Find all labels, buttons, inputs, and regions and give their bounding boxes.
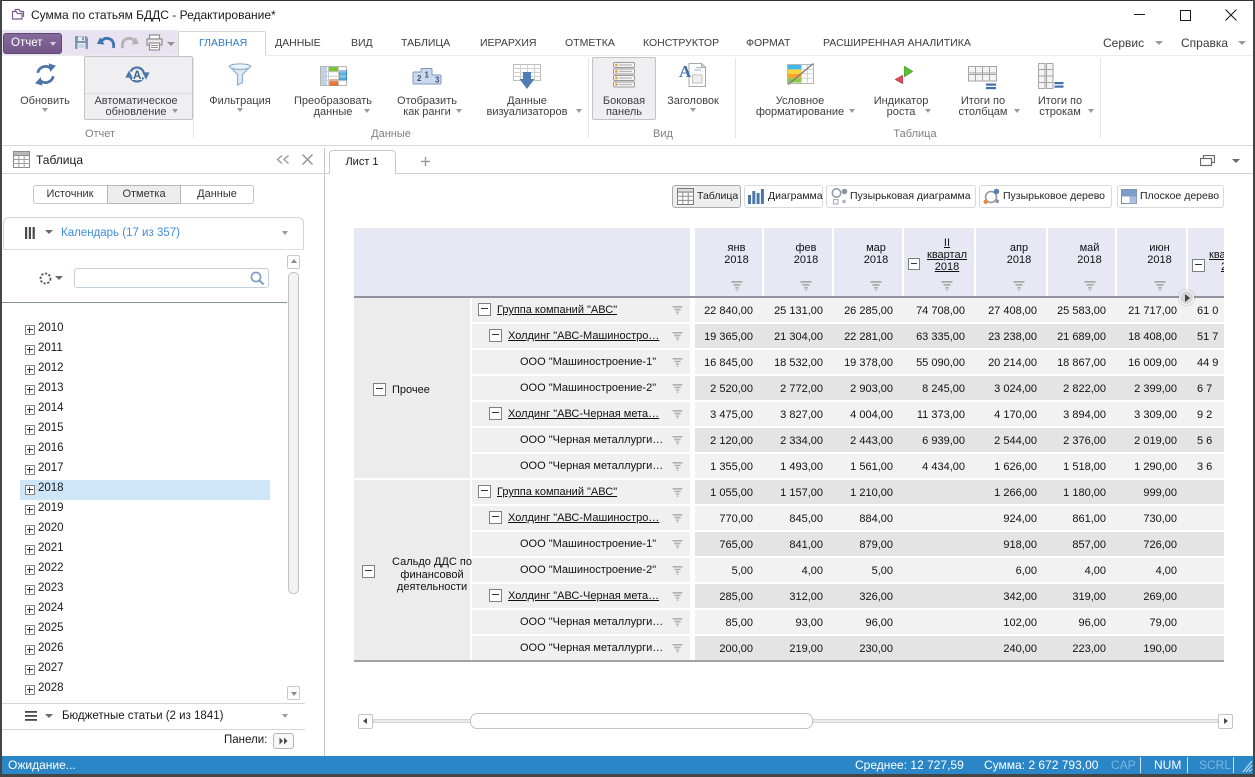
svg-text:1: 1 <box>425 71 430 80</box>
svg-text:A: A <box>679 62 692 81</box>
svg-text:A: A <box>133 70 141 82</box>
svg-text:2: 2 <box>417 74 422 83</box>
svg-text:3: 3 <box>435 76 440 85</box>
